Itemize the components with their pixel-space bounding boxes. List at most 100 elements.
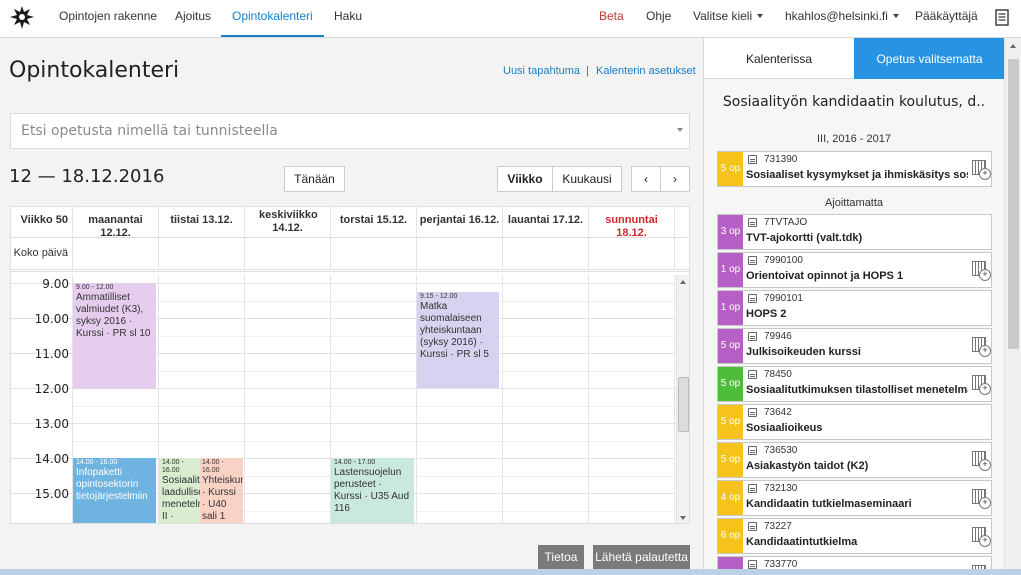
course-name: Orientoivat opinnot ja HOPS 1 xyxy=(746,270,904,282)
all-day-cell[interactable] xyxy=(159,238,245,269)
day-header-wednesday[interactable]: keskiviikko 14.12. xyxy=(245,207,331,238)
language-label: Valitse kieli xyxy=(693,9,753,23)
hour-label: 12.00 xyxy=(34,382,69,396)
calendar-event[interactable]: 9.00 - 12.00 Ammatilliset valmiudet (K3)… xyxy=(73,283,156,389)
all-day-cell[interactable] xyxy=(331,238,417,269)
event-title: Infopaketti opintosektorin tietojärjeste… xyxy=(76,467,148,502)
credits-badge: 5 op xyxy=(718,367,743,401)
event-time: 14.00 - 16.00 xyxy=(202,459,224,474)
day-header-saturday[interactable]: lauantai 17.12. xyxy=(503,207,589,238)
scroll-up-icon[interactable] xyxy=(1010,44,1016,48)
course-card[interactable]: 5 op 78450 Sosiaalitutkimuksen tilastollis… xyxy=(717,366,992,402)
add-to-calendar-icon[interactable] xyxy=(972,261,991,281)
print-icon[interactable] xyxy=(995,9,1009,26)
day-header-friday[interactable]: perjantai 16.12. xyxy=(417,207,503,238)
course-panel: Kalenterissa Opetus valitsematta Sosiaal… xyxy=(703,38,1005,575)
help-link[interactable]: Ohje xyxy=(646,0,671,37)
previous-week-button[interactable]: ‹ xyxy=(631,166,661,192)
month-view-button[interactable]: Kuukausi xyxy=(552,166,622,192)
week-number: Viikko 50 xyxy=(11,207,73,238)
today-button[interactable]: Tänään xyxy=(284,166,345,192)
all-day-cell[interactable] xyxy=(503,238,589,269)
day-header-monday[interactable]: maanantai 12.12. xyxy=(73,207,159,239)
nav-opintokalenteri[interactable]: Opintokalenteri xyxy=(221,0,324,37)
main-content: Opintokalenteri Uusi tapahtuma | Kalente… xyxy=(0,38,703,575)
link-separator: | xyxy=(586,65,589,77)
credits-badge: 5 op xyxy=(718,329,743,363)
add-to-calendar-icon[interactable] xyxy=(972,337,991,357)
admin-link[interactable]: Pääkäyttäjä xyxy=(915,0,978,37)
all-day-cell[interactable] xyxy=(417,238,503,269)
course-name: Sosiaalioikeus xyxy=(746,422,823,434)
credits-badge: 6 op xyxy=(718,519,743,553)
add-to-calendar-icon[interactable] xyxy=(972,160,991,180)
course-card[interactable]: 5 op 79946 Julkisoikeuden kurssi xyxy=(717,328,992,364)
all-day-cell[interactable] xyxy=(245,238,331,269)
course-card[interactable]: 3 op 7TVTAJO TVT-ajokortti (valt.tdk) xyxy=(717,214,992,250)
add-to-calendar-icon[interactable] xyxy=(972,375,991,395)
day-header-sunday[interactable]: sunnuntai 18.12. xyxy=(589,207,675,239)
course-code: 73642 xyxy=(764,407,792,418)
day-divider xyxy=(588,275,589,523)
course-card[interactable]: 1 op 7990101 HOPS 2 xyxy=(717,290,992,326)
day-header-thursday[interactable]: torstai 15.12. xyxy=(331,207,417,238)
event-title: Matka suomalaiseen yhteiskuntaan (syksy … xyxy=(420,301,489,360)
calendar-event[interactable]: 14.00 - 16.00 Sosiaalityön laadulliset m… xyxy=(159,458,200,523)
top-navigation: Opintojen rakenne Ajoitus Opintokalenter… xyxy=(0,0,1021,38)
course-card[interactable]: 4 op 732130 Kandidaatin tutkielmaseminaari xyxy=(717,480,992,516)
all-day-cell[interactable] xyxy=(589,238,675,269)
course-name: Kandidaatintutkielma xyxy=(746,536,858,548)
university-logo-icon[interactable] xyxy=(8,4,36,32)
course-card[interactable]: 5 op 731390 Sosiaaliset kysymykset ja ihmi… xyxy=(717,151,992,187)
all-day-cell[interactable] xyxy=(73,238,159,269)
calendar-event[interactable]: 14.00 - 17.00 Lastensuojelun perusteet ·… xyxy=(331,458,414,523)
calendar-settings-link[interactable]: Kalenterin asetukset xyxy=(596,65,696,77)
course-code: 731390 xyxy=(764,154,798,165)
add-to-calendar-icon[interactable] xyxy=(972,451,991,471)
course-card[interactable]: 5 op 73642 Sosiaalioikeus xyxy=(717,404,992,440)
scrollbar-thumb[interactable] xyxy=(678,377,689,432)
week-calendar: Viikko 50 maanantai 12.12. tiistai 13.12… xyxy=(10,206,690,524)
add-to-calendar-icon[interactable] xyxy=(972,527,991,547)
chevron-down-icon[interactable] xyxy=(677,128,683,132)
program-title[interactable]: Sosiaalityön kandidaatin koulutus, d.. xyxy=(704,94,1004,110)
period-label: III, 2016 - 2017 xyxy=(817,133,891,145)
user-menu[interactable]: hkahlos@helsinki.fi xyxy=(785,0,899,37)
day-header-tuesday[interactable]: tiistai 13.12. xyxy=(159,207,245,238)
nav-haku[interactable]: Haku xyxy=(334,0,362,37)
credits-badge: 5 op xyxy=(718,443,743,477)
calendar-event[interactable]: 14.00 - 16.00 Infopaketti opintosektorin… xyxy=(73,458,156,523)
add-to-calendar-icon[interactable] xyxy=(972,489,991,509)
document-icon xyxy=(748,256,757,265)
info-button[interactable]: Tietoa xyxy=(538,545,584,569)
language-dropdown[interactable]: Valitse kieli xyxy=(693,0,764,37)
day-divider xyxy=(502,275,503,523)
day-divider xyxy=(244,275,245,523)
week-view-button[interactable]: Viikko xyxy=(497,166,553,192)
course-card[interactable]: 5 op 736530 Asiakastyön taidot (K2) xyxy=(717,442,992,478)
time-grid[interactable]: 9.00 10.00 11.00 12.00 13.00 14.00 15.00… xyxy=(11,275,678,523)
nav-ajoitus[interactable]: Ajoitus xyxy=(175,0,211,37)
calendar-event[interactable]: 14.00 - 16.00 Yhteiskunta · Kurssi · U40… xyxy=(200,458,243,523)
calendar-scrollbar[interactable] xyxy=(676,275,689,523)
calendar-event[interactable]: 9.15 - 12.00 Matka suomalaiseen yhteisku… xyxy=(417,292,499,388)
nav-opintojen-rakenne[interactable]: Opintojen rakenne xyxy=(59,0,157,37)
scroll-up-icon[interactable] xyxy=(680,280,686,284)
course-name: Kandidaatin tutkielmaseminaari xyxy=(746,498,912,510)
credits-badge: 4 op xyxy=(718,481,743,515)
scrollbar-thumb[interactable] xyxy=(1008,59,1019,349)
send-feedback-button[interactable]: Lähetä palautetta xyxy=(593,545,690,569)
event-time: 14.00 - 17.00 xyxy=(334,459,376,466)
tab-in-calendar[interactable]: Kalenterissa xyxy=(704,38,854,79)
tab-unselected-teaching[interactable]: Opetus valitsematta xyxy=(854,38,1005,79)
next-week-button[interactable]: › xyxy=(660,166,690,192)
new-event-link[interactable]: Uusi tapahtuma xyxy=(503,65,580,77)
course-card[interactable]: 6 op 73227 Kandidaatintutkielma xyxy=(717,518,992,554)
search-box xyxy=(10,113,690,149)
panel-scrollbar[interactable] xyxy=(1004,38,1021,569)
all-day-row: Koko päivä xyxy=(11,238,689,272)
search-input[interactable] xyxy=(11,114,671,148)
course-card[interactable]: 1 op 7990100 Orientoivat opinnot ja HOPS 1 xyxy=(717,252,992,288)
scroll-down-icon[interactable] xyxy=(680,516,686,520)
course-name: Julkisoikeuden kurssi xyxy=(746,346,861,358)
